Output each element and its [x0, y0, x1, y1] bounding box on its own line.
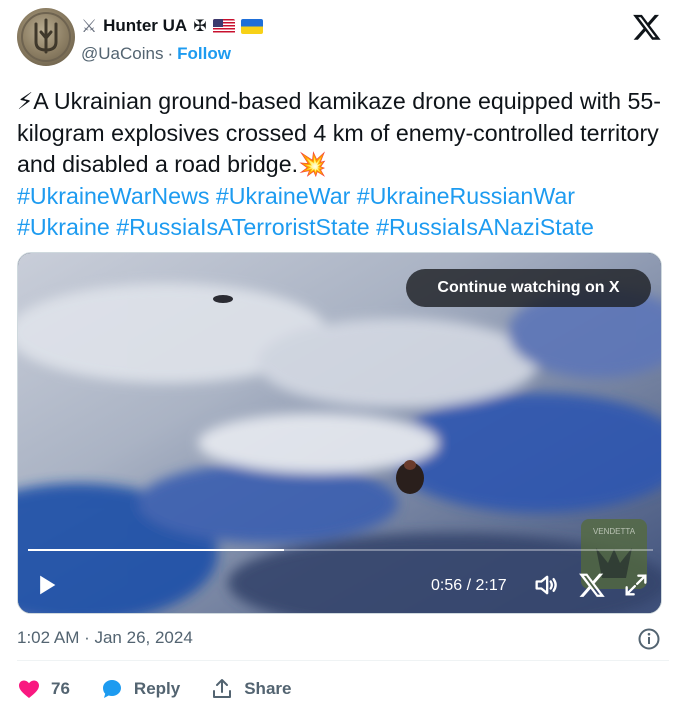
iron-cross-icon: ✠ — [193, 18, 207, 35]
explosion-emoji: 💥 — [298, 151, 327, 177]
info-icon[interactable] — [637, 627, 661, 651]
reply-button[interactable]: Reply — [100, 677, 180, 701]
reply-bubble-icon — [102, 680, 121, 698]
duration: 2:17 — [475, 577, 507, 594]
lightning-emoji: ⚡ — [17, 88, 34, 114]
hashtag-link[interactable]: #UkraineWar — [216, 183, 350, 209]
follow-button[interactable]: Follow — [177, 44, 231, 64]
hashtag-link[interactable]: #RussiaIsATerroristState — [116, 214, 369, 240]
like-button[interactable]: 76 — [17, 677, 70, 701]
divider — [17, 660, 669, 661]
tweet-header: ⚔ Hunter UA ✠ @UaCoins · Follow — [17, 8, 669, 70]
video-time: 0:56 / 2:17 — [431, 577, 507, 594]
continue-watching-button[interactable]: Continue watching on X — [406, 269, 651, 307]
progress-fill — [28, 549, 285, 551]
share-icon — [213, 679, 232, 698]
reply-label: Reply — [133, 679, 181, 698]
video-player[interactable]: VENDETTA Continue watching on X 0:56 / 2… — [17, 252, 662, 614]
current-time: 0:56 — [431, 577, 463, 594]
x-logo-icon[interactable] — [632, 12, 662, 42]
hashtag-link[interactable]: #RussiaIsANaziState — [376, 214, 594, 240]
coin-trident-icon — [21, 12, 71, 62]
fullscreen-icon[interactable] — [622, 571, 650, 599]
separator: · — [167, 44, 174, 63]
name-row: ⚔ Hunter UA ✠ — [81, 14, 263, 38]
share-label: Share — [244, 679, 292, 698]
share-button[interactable]: Share — [210, 677, 291, 701]
tweet-body-text: A Ukrainian ground-based kamikaze drone … — [17, 88, 662, 177]
us-flag-icon — [212, 18, 235, 34]
hashtag-link[interactable]: #Ukraine — [17, 214, 110, 240]
ukraine-flag-icon — [240, 18, 263, 34]
progress-bar[interactable] — [28, 549, 653, 551]
volume-icon[interactable] — [532, 571, 560, 599]
watermark-text: VENDETTA — [593, 527, 636, 536]
like-count: 76 — [51, 679, 70, 698]
handle[interactable]: @UaCoins — [81, 44, 163, 64]
video-frame: VENDETTA — [18, 253, 661, 613]
hashtag-link[interactable]: #UkraineRussianWar — [357, 183, 575, 209]
avatar[interactable] — [17, 8, 75, 66]
display-name[interactable]: Hunter UA — [103, 16, 187, 36]
hashtag-list: #UkraineWarNews #UkraineWar #UkraineRuss… — [17, 181, 667, 244]
crossed-swords-icon: ⚔ — [81, 16, 98, 36]
x-logo-small-icon[interactable] — [578, 571, 606, 599]
heart-icon — [19, 680, 39, 698]
timestamp[interactable]: 1:02 AM · Jan 26, 2024 — [17, 628, 193, 648]
hashtag-link[interactable]: #UkraineWarNews — [17, 183, 209, 209]
play-icon[interactable] — [32, 571, 60, 599]
tweet-body: ⚡A Ukrainian ground-based kamikaze drone… — [17, 86, 667, 181]
action-bar: 76 Reply Share — [17, 676, 291, 702]
meta-row: 1:02 AM · Jan 26, 2024 — [17, 627, 669, 651]
handle-row: @UaCoins · Follow — [81, 44, 231, 64]
tweet-text: ⚡A Ukrainian ground-based kamikaze drone… — [17, 86, 667, 244]
